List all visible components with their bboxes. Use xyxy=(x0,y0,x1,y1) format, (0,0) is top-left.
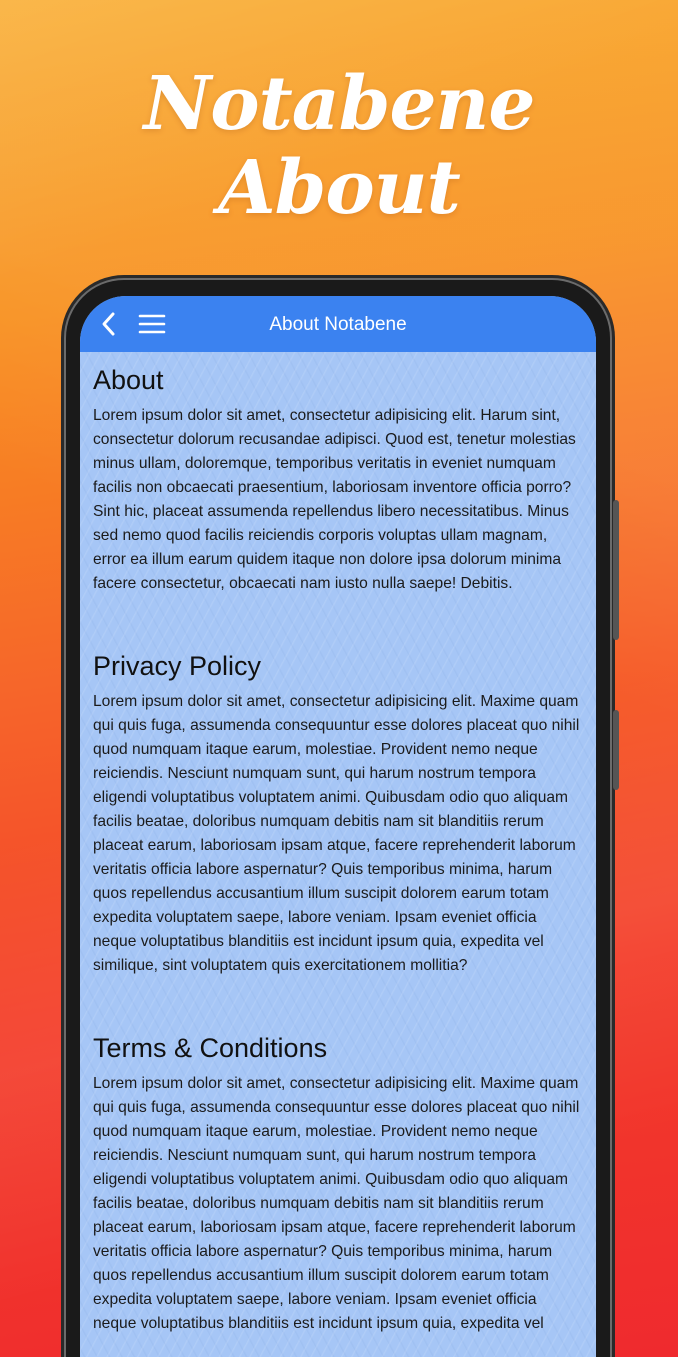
section-heading: Terms & Conditions xyxy=(93,1033,328,1063)
app-bar: About Notabene xyxy=(80,296,596,352)
hamburger-menu-icon[interactable] xyxy=(138,312,166,336)
section-terms-conditions: Terms & Conditions Lorem ipsum dolor sit… xyxy=(80,1030,596,1336)
section-body: Lorem ipsum dolor sit amet, consectetur … xyxy=(93,407,576,592)
chevron-left-icon[interactable] xyxy=(98,310,120,338)
phone-power-button xyxy=(613,710,619,790)
promo-title-line-2: About xyxy=(218,145,461,231)
phone-volume-button xyxy=(613,500,619,640)
section-heading: About xyxy=(93,365,164,395)
phone-screen: About Notabene About Lorem ipsum dolor s… xyxy=(80,296,596,1357)
section-body: Lorem ipsum dolor sit amet, consectetur … xyxy=(93,1075,580,1332)
section-privacy-policy: Privacy Policy Lorem ipsum dolor sit ame… xyxy=(80,648,596,978)
section-about: About Lorem ipsum dolor sit amet, consec… xyxy=(80,362,596,596)
content-area[interactable]: About Lorem ipsum dolor sit amet, consec… xyxy=(80,352,596,1357)
promo-title: Notabene About xyxy=(0,62,678,230)
section-heading: Privacy Policy xyxy=(93,651,262,681)
phone-frame: About Notabene About Lorem ipsum dolor s… xyxy=(66,280,619,1357)
promo-title-line-1: Notabene xyxy=(143,61,536,147)
section-body: Lorem ipsum dolor sit amet, consectetur … xyxy=(93,693,580,974)
